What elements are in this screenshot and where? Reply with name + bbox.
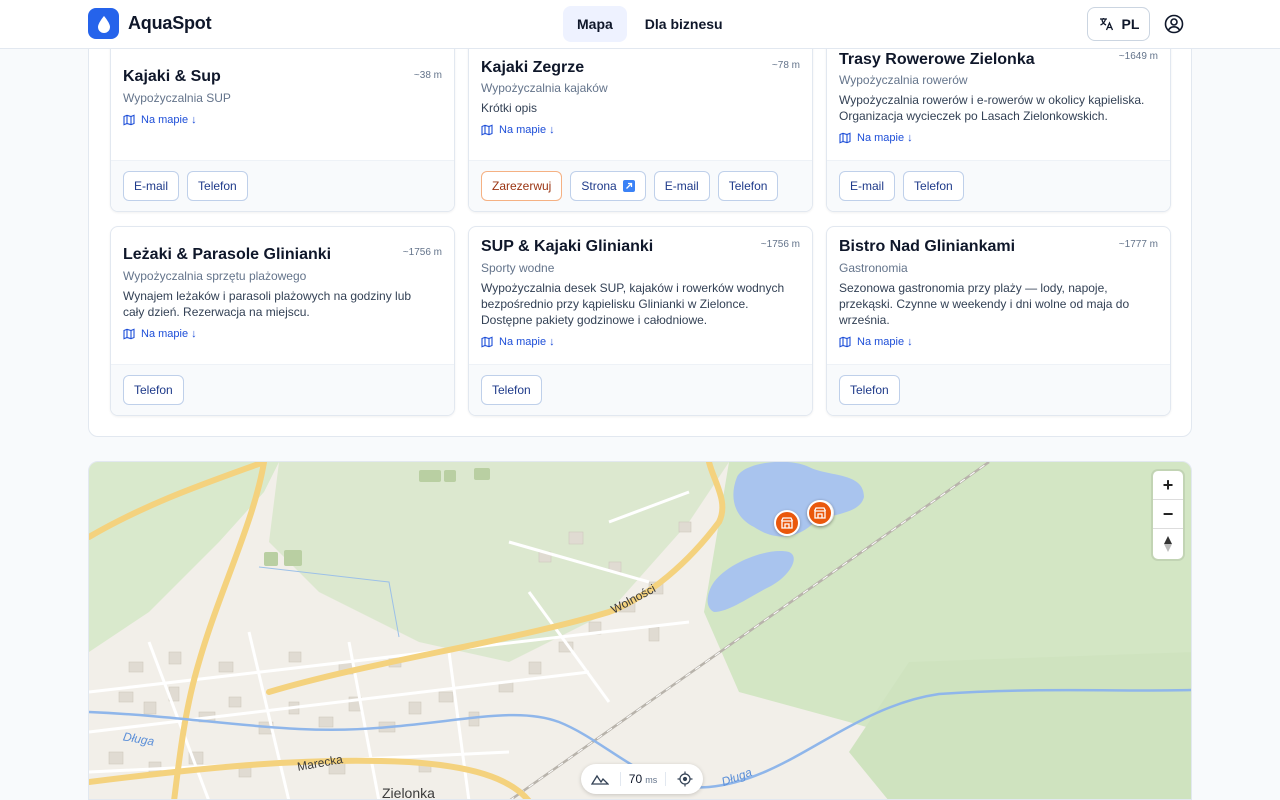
- show-on-map-link[interactable]: Na mapie ↓: [839, 132, 913, 144]
- latency-readout: 70 ms: [619, 772, 667, 786]
- reserve-button[interactable]: Zarezerwuj: [481, 171, 563, 201]
- show-on-map-link[interactable]: Na mapie ↓: [123, 328, 197, 340]
- map-icon: [839, 336, 851, 348]
- card-description: Krótki opis: [481, 101, 538, 115]
- latency-value: 70: [628, 772, 643, 786]
- shop-icon: [780, 517, 794, 529]
- card-distance: ~1777 m: [1118, 239, 1158, 250]
- app-name: AquaSpot: [128, 13, 212, 33]
- show-on-map-link[interactable]: Na mapie ↓: [839, 336, 913, 348]
- card-distance: ~1756 m: [760, 239, 800, 250]
- card-description: Wypożyczalnia rowerów i e-rowerów w okol…: [839, 93, 1145, 123]
- place-label: Zielonka: [382, 785, 435, 800]
- map-status-bar: 70 ms: [581, 764, 703, 794]
- show-on-map-label: Na mapie ↓: [499, 124, 555, 136]
- card-description: Sezonowa gastronomia przy plaży — lody, …: [839, 281, 1130, 327]
- show-on-map-label: Na mapie ↓: [857, 132, 913, 144]
- website-button[interactable]: Strona: [570, 171, 646, 201]
- email-button[interactable]: E-mail: [123, 171, 180, 201]
- poi-marker[interactable]: [774, 510, 800, 536]
- compass-button[interactable]: [1153, 529, 1183, 558]
- email-button[interactable]: E-mail: [839, 171, 896, 201]
- show-on-map-label: Na mapie ↓: [499, 336, 555, 348]
- map-icon: [123, 114, 135, 126]
- result-card: Trasy Rowerowe Zielonka ~1649 m Wypożycz…: [826, 21, 1171, 212]
- map-tiles: [89, 462, 1191, 799]
- locate-icon[interactable]: [677, 771, 693, 787]
- show-on-map-link[interactable]: Na mapie ↓: [481, 336, 555, 348]
- card-category: Gastronomia: [839, 261, 908, 275]
- map-icon: [481, 336, 493, 348]
- external-link-icon: [622, 180, 635, 192]
- card-actions: E-mail Telefon: [111, 160, 454, 211]
- water-drop-icon: [88, 8, 119, 39]
- card-title[interactable]: SUP & Kajaki Glinianki: [481, 238, 653, 256]
- card-title[interactable]: Leżaki & Parasole Glinianki: [123, 246, 331, 264]
- app-logo[interactable]: AquaSpot: [88, 8, 212, 39]
- card-actions: Telefon: [827, 364, 1170, 415]
- poi-marker[interactable]: [807, 500, 833, 526]
- phone-button[interactable]: Telefon: [187, 171, 248, 201]
- main-nav: Mapa Dla biznesu: [563, 6, 737, 42]
- card-category: Wypożyczalnia rowerów: [839, 73, 968, 87]
- results-panel: Kajaki & Sup ~38 m Wypożyczalnia SUP Na …: [88, 20, 1192, 437]
- language-code: PL: [1121, 16, 1140, 32]
- card-actions: Telefon: [469, 364, 812, 415]
- result-card: Kajaki & Sup ~38 m Wypożyczalnia SUP Na …: [110, 31, 455, 212]
- card-category: Wypożyczalnia sprzętu plażowego: [123, 269, 307, 283]
- translate-icon: [1099, 18, 1113, 31]
- result-card: Leżaki & Parasole Glinianki ~1756 m Wypo…: [110, 226, 455, 416]
- card-actions: Telefon: [111, 364, 454, 415]
- zoom-in-button[interactable]: +: [1153, 471, 1183, 500]
- phone-button[interactable]: Telefon: [123, 375, 184, 405]
- nav-map[interactable]: Mapa: [563, 6, 627, 42]
- nav-business[interactable]: Dla biznesu: [631, 6, 737, 42]
- card-distance: ~78 m: [771, 60, 800, 71]
- card-distance: ~1649 m: [1118, 51, 1158, 62]
- website-label: Strona: [581, 179, 617, 193]
- card-distance: ~1756 m: [402, 247, 442, 258]
- terrain-icon[interactable]: [591, 773, 609, 785]
- show-on-map-link[interactable]: Na mapie ↓: [123, 114, 197, 126]
- show-on-map-label: Na mapie ↓: [141, 114, 197, 126]
- card-description: Wynajem leżaków i parasoli plażowych na …: [123, 289, 412, 319]
- card-category: Wypożyczalnia SUP: [123, 91, 231, 105]
- result-card: Kajaki Zegrze ~78 m Wypożyczalnia kajakó…: [468, 21, 813, 212]
- map-icon: [123, 328, 135, 340]
- result-card: SUP & Kajaki Glinianki ~1756 m Sporty wo…: [468, 226, 813, 416]
- show-on-map-label: Na mapie ↓: [141, 328, 197, 340]
- email-button[interactable]: E-mail: [653, 171, 710, 201]
- zoom-controls: + −: [1153, 471, 1183, 559]
- card-actions: E-mail Telefon: [827, 160, 1170, 211]
- map-icon: [481, 124, 493, 136]
- show-on-map-link[interactable]: Na mapie ↓: [481, 124, 555, 136]
- result-card: Bistro Nad Gliniankami ~1777 m Gastronom…: [826, 226, 1171, 416]
- zoom-out-button[interactable]: −: [1153, 500, 1183, 529]
- card-category: Sporty wodne: [481, 261, 555, 275]
- card-title[interactable]: Trasy Rowerowe Zielonka: [839, 51, 1035, 69]
- top-header: AquaSpot Mapa Dla biznesu PL: [0, 0, 1280, 49]
- phone-button[interactable]: Telefon: [481, 375, 542, 405]
- phone-button[interactable]: Telefon: [839, 375, 900, 405]
- card-category: Wypożyczalnia kajaków: [481, 81, 608, 95]
- card-actions: Zarezerwuj Strona E-mail Telefon: [469, 160, 812, 211]
- show-on-map-label: Na mapie ↓: [857, 336, 913, 348]
- map-view[interactable]: Wolności Długa Marecka Długa Zielonka + …: [88, 461, 1192, 800]
- card-description: Wypożyczalnia desek SUP, kajaków i rower…: [481, 281, 785, 327]
- language-button[interactable]: PL: [1087, 7, 1150, 41]
- phone-button[interactable]: Telefon: [903, 171, 964, 201]
- compass-icon: [1164, 535, 1172, 552]
- card-title[interactable]: Kajaki Zegrze: [481, 59, 584, 77]
- user-account-icon[interactable]: [1163, 13, 1185, 35]
- latency-unit: ms: [645, 775, 658, 785]
- map-icon: [839, 132, 851, 144]
- phone-button[interactable]: Telefon: [717, 171, 779, 201]
- card-title[interactable]: Bistro Nad Gliniankami: [839, 238, 1015, 256]
- shop-icon: [813, 507, 827, 519]
- card-distance: ~38 m: [413, 70, 442, 81]
- card-title[interactable]: Kajaki & Sup: [123, 68, 221, 86]
